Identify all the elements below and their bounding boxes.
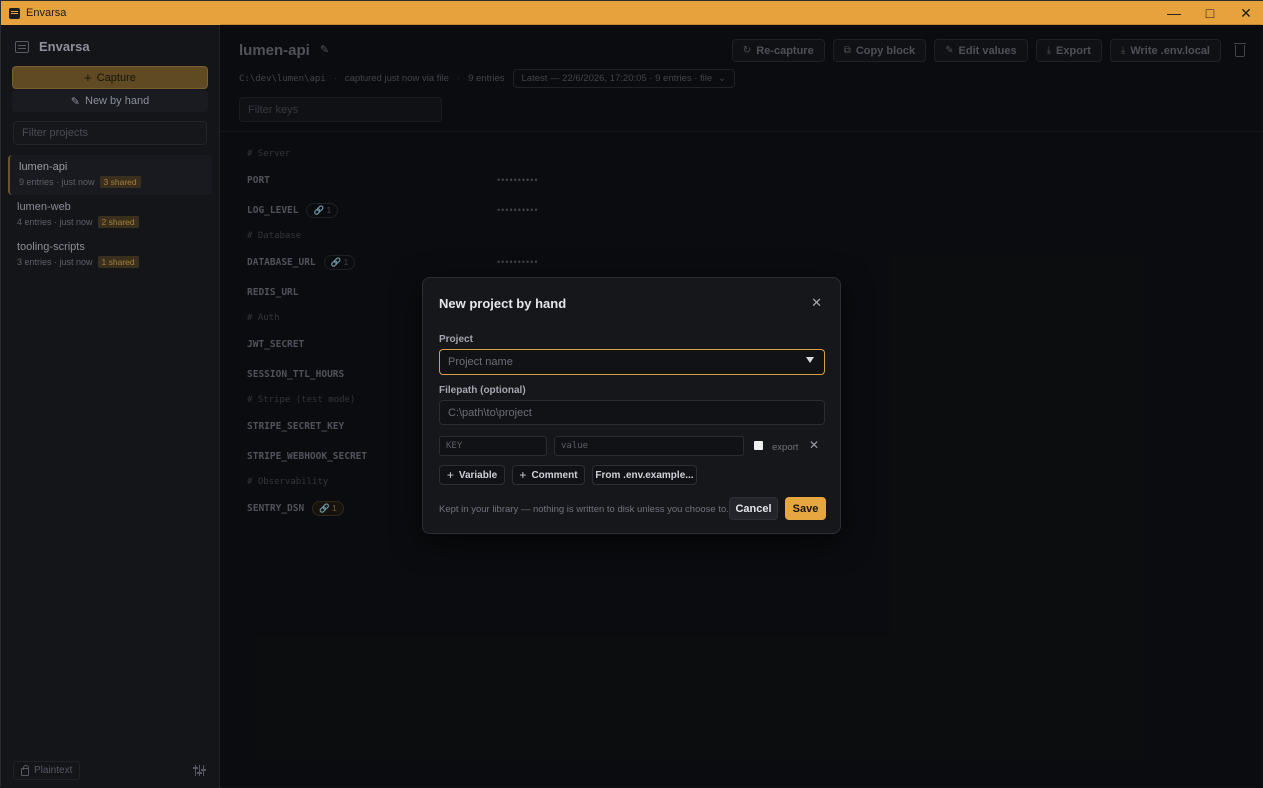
shared-badge: 1 shared xyxy=(97,256,139,268)
export-checkbox[interactable] xyxy=(754,441,763,450)
project-name: lumen-api xyxy=(19,161,68,173)
new-project-dialog: New project by hand ✕ Project Filepath (… xyxy=(422,277,841,534)
maximize-icon[interactable]: □ xyxy=(1192,1,1228,25)
new-by-hand-label: New by hand xyxy=(85,95,150,107)
variable-value-input[interactable] xyxy=(554,436,744,456)
plus-icon: + xyxy=(519,468,527,482)
project-name: lumen-web xyxy=(17,201,71,213)
project-list: lumen-api 9 entries · just now 3 shared l… xyxy=(8,155,212,275)
lock-icon xyxy=(21,764,29,776)
cancel-button[interactable]: Cancel xyxy=(729,497,778,520)
settings-sliders-icon[interactable] xyxy=(193,765,206,776)
variable-key-input[interactable] xyxy=(439,436,547,456)
shared-badge: 2 shared xyxy=(97,216,139,228)
project-item[interactable]: lumen-api 9 entries · just now 3 shared xyxy=(8,155,212,195)
project-label: Project xyxy=(439,334,473,345)
filter-projects-input[interactable] xyxy=(13,121,207,145)
sidebar: Envarsa + Capture ✎ New by hand lumen-ap… xyxy=(1,25,220,788)
minimize-icon[interactable]: — xyxy=(1156,1,1192,25)
dialog-footnote: Kept in your library — nothing is writte… xyxy=(439,504,729,515)
app-logo-icon xyxy=(9,7,20,19)
project-item[interactable]: tooling-scripts 3 entries · just now 1 sh… xyxy=(8,235,212,275)
filepath-input[interactable] xyxy=(439,400,825,425)
close-icon[interactable]: ✕ xyxy=(811,295,822,311)
pencil-icon: ✎ xyxy=(70,95,80,108)
from-env-example-button[interactable]: From .env.example... xyxy=(592,465,697,485)
save-button[interactable]: Save xyxy=(785,497,826,520)
plaintext-mode-button[interactable]: Plaintext xyxy=(13,761,81,780)
project-item[interactable]: lumen-web 4 entries · just now 2 shared xyxy=(8,195,212,235)
from-env-example-label: From .env.example... xyxy=(595,469,694,481)
add-comment-button[interactable]: + Comment xyxy=(512,465,585,485)
export-label: export xyxy=(772,442,799,453)
add-variable-label: Variable xyxy=(458,469,498,481)
shared-badge: 3 shared xyxy=(99,176,141,188)
dialog-title: New project by hand xyxy=(439,296,567,311)
add-comment-label: Comment xyxy=(531,469,578,481)
add-variable-button[interactable]: + Variable xyxy=(439,465,505,485)
project-name: tooling-scripts xyxy=(17,241,85,253)
capture-label: Capture xyxy=(96,71,136,84)
filepath-label: Filepath (optional) xyxy=(439,385,526,396)
title-bar: Envarsa — □ ✕ xyxy=(1,1,1263,25)
plus-icon: + xyxy=(446,468,454,482)
remove-row-icon[interactable]: ✕ xyxy=(809,438,819,452)
plus-icon: + xyxy=(84,70,92,85)
brand-name: Envarsa xyxy=(39,39,90,54)
plaintext-label: Plaintext xyxy=(34,765,73,776)
close-icon[interactable]: ✕ xyxy=(1228,1,1263,25)
new-by-hand-button[interactable]: ✎ New by hand xyxy=(12,90,208,112)
sidebar-toggle-icon[interactable] xyxy=(15,40,29,53)
project-name-input[interactable] xyxy=(439,349,825,375)
project-meta: 3 entries · just now xyxy=(17,257,93,267)
capture-button[interactable]: + Capture xyxy=(12,66,208,89)
window-title: Envarsa xyxy=(26,7,67,19)
project-meta: 9 entries · just now xyxy=(19,177,95,187)
project-meta: 4 entries · just now xyxy=(17,217,93,227)
dropdown-caret-icon[interactable] xyxy=(806,357,814,363)
